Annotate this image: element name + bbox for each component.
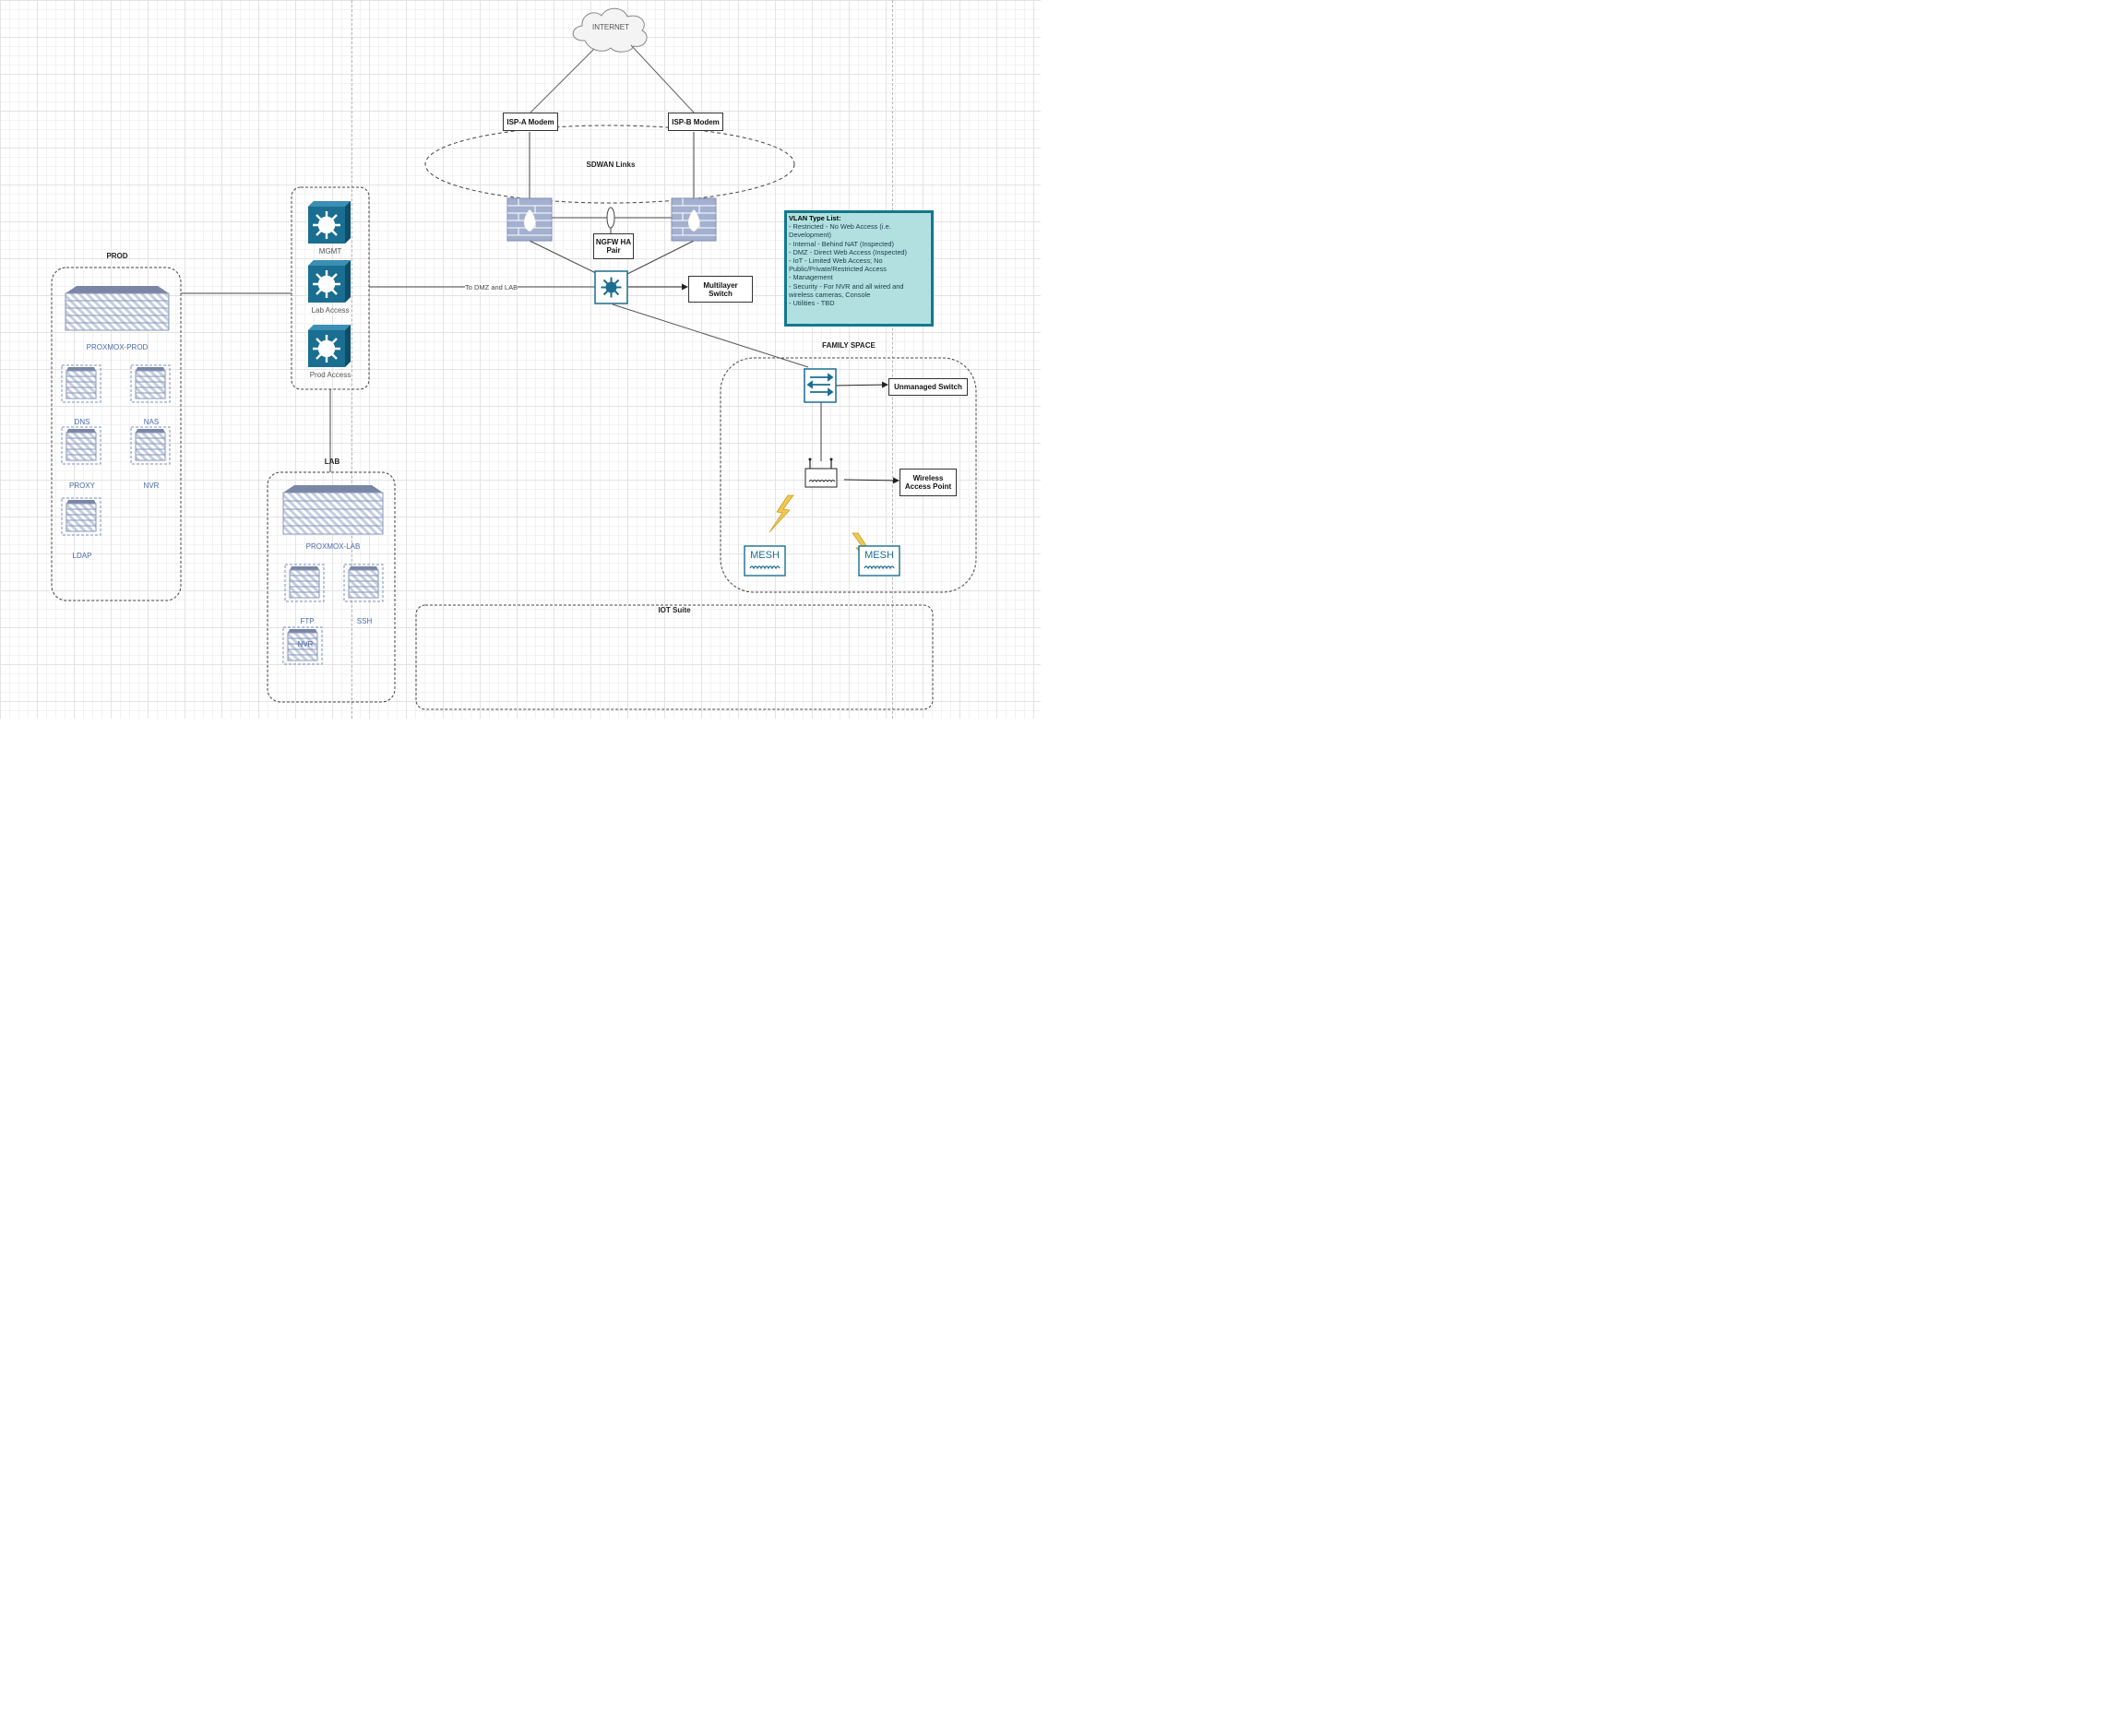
vlan-note-title: VLAN Type List: bbox=[789, 214, 841, 222]
vlan-line-dmz: - DMZ - Direct Web Access (Inspected) bbox=[789, 247, 907, 256]
vm-label-dns: DNS bbox=[74, 418, 90, 426]
vm-label-ldap: LDAP bbox=[72, 552, 92, 560]
vm-label-proxy: PROXY bbox=[68, 482, 96, 490]
family-space-title: FAMILY SPACE bbox=[822, 341, 876, 350]
mesh-node-2-label: MESH bbox=[864, 550, 894, 561]
core-switch-label-lab: Lab Access bbox=[311, 306, 350, 315]
vm-label-nas: NAS bbox=[143, 418, 160, 426]
ngfw-ha-pair[interactable]: NGFW HA Pair bbox=[593, 233, 634, 259]
multilayer-label-line1: Multilayer bbox=[703, 280, 738, 290]
vm-label-ssh: SSH bbox=[356, 617, 373, 625]
mesh-node-1-label: MESH bbox=[750, 550, 780, 561]
vlan-line-iot: - IoT - Limited Web Access; No Public/Pr… bbox=[789, 256, 887, 274]
proxmox-lab-label: PROXMOX-LAB bbox=[305, 542, 361, 551]
wireless-access-point-box[interactable]: Wireless Access Point bbox=[900, 469, 957, 496]
sdwan-label: SDWAN Links bbox=[586, 161, 636, 169]
diagram-shapes bbox=[51, 7, 977, 710]
ngfw-label-line1: NGFW HA bbox=[595, 238, 632, 246]
iot-suite-title: IOT Suite bbox=[658, 606, 691, 614]
edge-link-label: To DMZ and LAB bbox=[465, 283, 518, 291]
vlan-line-management: - Management bbox=[789, 273, 833, 282]
wap-label-line1: Wireless bbox=[912, 474, 944, 482]
isp-b-modem[interactable]: ISP-B Modem bbox=[668, 113, 723, 131]
core-switch-label-mgmt: MGMT bbox=[318, 247, 342, 256]
proxmox-prod-label: PROXMOX-PROD bbox=[86, 343, 149, 351]
unmanaged-switch-box[interactable]: Unmanaged Switch bbox=[888, 378, 968, 396]
multilayer-label-line2: Switch bbox=[709, 289, 733, 298]
isp-a-modem[interactable]: ISP-A Modem bbox=[503, 113, 558, 131]
vm-label-ftp: FTP bbox=[300, 617, 315, 625]
vm-label-nvr: NVR bbox=[143, 482, 160, 490]
vlan-line-restricted: - Restricted - No Web Access (i.e. Devel… bbox=[789, 222, 891, 240]
vm-label-lab-nvr: NVR bbox=[297, 640, 314, 648]
vlan-line-security: - Security - For NVR and all wired and w… bbox=[789, 281, 904, 299]
prod-group-title: PROD bbox=[106, 252, 128, 260]
lab-group-title: LAB bbox=[324, 458, 340, 466]
vlan-type-note[interactable]: VLAN Type List: - Restricted - No Web Ac… bbox=[784, 210, 934, 327]
vlan-line-utilities: - Utilities - TBD bbox=[789, 299, 835, 308]
vlan-line-internal: - Internal - Behind NAT (Inspected) bbox=[789, 239, 894, 248]
ngfw-label-line2: Pair bbox=[606, 246, 621, 255]
multilayer-switch-box[interactable]: Multilayer Switch bbox=[688, 276, 753, 303]
core-switch-label-prod: Prod Access bbox=[309, 371, 352, 379]
wap-label-line2: Access Point bbox=[904, 482, 952, 491]
internet-cloud-label: INTERNET bbox=[592, 23, 629, 31]
